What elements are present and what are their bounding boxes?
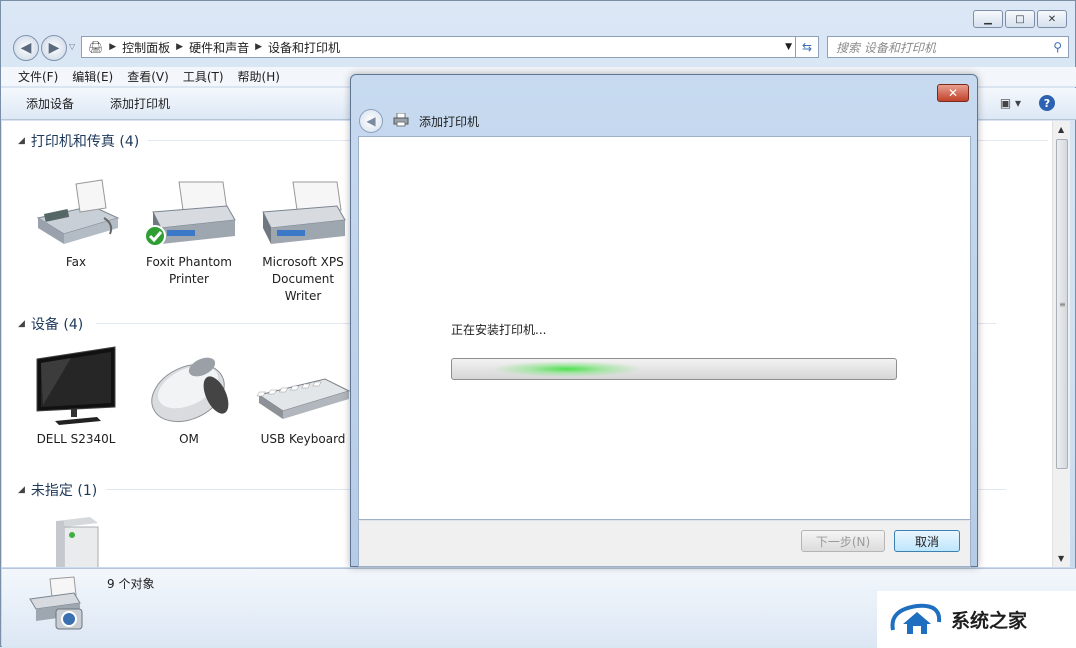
help-icon[interactable]: ? (1039, 95, 1055, 111)
dialog-title: 添加打印机 (419, 114, 480, 129)
device-label: Microsoft XPS (262, 255, 344, 269)
dialog-footer: 下一步(N) 取消 (358, 520, 971, 567)
menu-view[interactable]: 查看(V) (127, 68, 169, 85)
device-item-mouse[interactable]: OM (139, 343, 239, 448)
installing-status-text: 正在安装打印机... (451, 323, 547, 337)
device-label: Fax (65, 255, 87, 269)
menu-edit[interactable]: 编辑(E) (72, 68, 113, 85)
breadcrumb-separator-icon[interactable]: ▶ (255, 42, 262, 52)
breadcrumb-hardware-sound[interactable]: 硬件和声音 (189, 39, 249, 56)
printers-camera-icon (24, 573, 90, 636)
breadcrumb-control-panel[interactable]: 控制面板 (122, 39, 170, 56)
fax-icon (26, 176, 126, 248)
watermark-logo: 系统之家 (877, 591, 1076, 648)
device-item-monitor[interactable]: DELL S2340L (26, 343, 126, 448)
dialog-back-button[interactable]: ◀ (359, 109, 383, 133)
watermark-text: 系统之家 (951, 610, 1028, 632)
breadcrumb-devices-printers[interactable]: 设备和打印机 (268, 39, 340, 56)
device-label: OM (179, 432, 199, 446)
collapse-triangle-icon[interactable]: ◢ (18, 136, 25, 146)
device-label: Document (271, 272, 335, 286)
group-title: 设备 (4) (30, 317, 84, 333)
computer-tower-icon (26, 513, 126, 567)
printer-icon (253, 176, 353, 248)
caption-buttons: ▁ □ ✕ (973, 10, 1067, 28)
search-icon[interactable]: ⚲ (1053, 40, 1062, 54)
address-dropdown-icon[interactable]: ▼ (785, 42, 792, 52)
control-panel-icon: 🖨 (88, 40, 104, 54)
scroll-thumb[interactable]: ≡ (1056, 139, 1068, 469)
vertical-scrollbar[interactable]: ▲ ≡ ▼ (1052, 121, 1070, 567)
menu-help[interactable]: 帮助(H) (238, 68, 280, 85)
add-printer-button[interactable]: 添加打印机 (110, 95, 170, 112)
dialog-body: 正在安装打印机... (358, 136, 971, 520)
group-title: 未指定 (1) (30, 483, 98, 499)
recent-pages-chevron-icon[interactable]: ▽ (69, 42, 75, 51)
collapse-triangle-icon[interactable]: ◢ (18, 485, 25, 495)
group-title: 打印机和传真 (4) (30, 134, 140, 150)
address-bar[interactable]: 🖨 ▶ 控制面板 ▶ 硬件和声音 ▶ 设备和打印机 ▼ (81, 36, 799, 58)
view-options-icon[interactable]: ▣ ▾ (1000, 96, 1021, 110)
install-progress-bar (451, 358, 897, 380)
progress-marquee (492, 361, 642, 377)
collapse-triangle-icon[interactable]: ◢ (18, 319, 25, 329)
refresh-button[interactable]: ⇆ (795, 36, 819, 58)
device-label: USB Keyboard (260, 432, 346, 446)
search-placeholder: 搜索 设备和打印机 (836, 40, 936, 55)
device-item-keyboard[interactable]: USB Keyboard (253, 343, 353, 448)
grip-icon: ≡ (1059, 300, 1066, 309)
monitor-icon (26, 343, 126, 425)
scroll-down-icon[interactable]: ▼ (1058, 554, 1064, 563)
mouse-icon (139, 343, 239, 425)
back-button[interactable]: ◀ (13, 35, 39, 61)
device-label: Writer (284, 289, 322, 303)
house-logo-icon (890, 603, 942, 634)
group-header-printers[interactable]: ◢ 打印机和传真 (4) (18, 131, 1048, 151)
device-label: Printer (169, 272, 209, 286)
device-item-unspecified[interactable] (26, 513, 126, 573)
device-label: Foxit Phantom (146, 255, 232, 269)
toolbar-right: ▣ ▾ ? (1000, 95, 1055, 111)
add-device-button[interactable]: 添加设备 (26, 95, 74, 112)
device-item-xps-writer[interactable]: Microsoft XPS Document Writer (253, 176, 353, 305)
next-button[interactable]: 下一步(N) (801, 530, 885, 552)
object-count: 9 个对象 (107, 577, 155, 591)
menu-file[interactable]: 文件(F) (18, 68, 58, 85)
forward-button[interactable]: ▶ (41, 35, 67, 61)
dialog-header: ◀ 添加打印机 (359, 105, 969, 137)
menu-tools[interactable]: 工具(T) (183, 68, 224, 85)
navigation-bar: ◀ ▶ ▽ 🖨 ▶ 控制面板 ▶ 硬件和声音 ▶ 设备和打印机 ▼ ⇆ 搜索 设… (9, 33, 1069, 61)
device-item-foxit-printer[interactable]: Foxit Phantom Printer (139, 176, 239, 288)
close-button[interactable]: ✕ (1037, 10, 1067, 28)
minimize-button[interactable]: ▁ (973, 10, 1003, 28)
group-header-unspecified[interactable]: ◢ 未指定 (1) (18, 480, 1006, 500)
breadcrumb-separator-icon[interactable]: ▶ (176, 42, 183, 52)
device-label: DELL S2340L (36, 432, 116, 446)
add-printer-dialog: ✕ ◀ 添加打印机 正在安装打印机... 下一步(N) 取消 (350, 74, 978, 567)
group-header-devices[interactable]: ◢ 设备 (4) (18, 314, 996, 334)
printer-small-icon (393, 112, 409, 130)
keyboard-icon (253, 343, 353, 425)
breadcrumb-separator-icon[interactable]: ▶ (109, 42, 116, 52)
maximize-button[interactable]: □ (1005, 10, 1035, 28)
printer-icon (139, 176, 239, 248)
device-item-fax[interactable]: Fax (26, 176, 126, 271)
scroll-up-icon[interactable]: ▲ (1058, 125, 1064, 134)
cancel-button[interactable]: 取消 (894, 530, 960, 552)
dialog-close-button[interactable]: ✕ (937, 84, 969, 102)
search-input[interactable]: 搜索 设备和打印机 ⚲ (827, 36, 1069, 58)
explorer-window: ▁ □ ✕ ◀ ▶ ▽ 🖨 ▶ 控制面板 ▶ 硬件和声音 ▶ 设备和打印机 ▼ … (0, 0, 1076, 648)
